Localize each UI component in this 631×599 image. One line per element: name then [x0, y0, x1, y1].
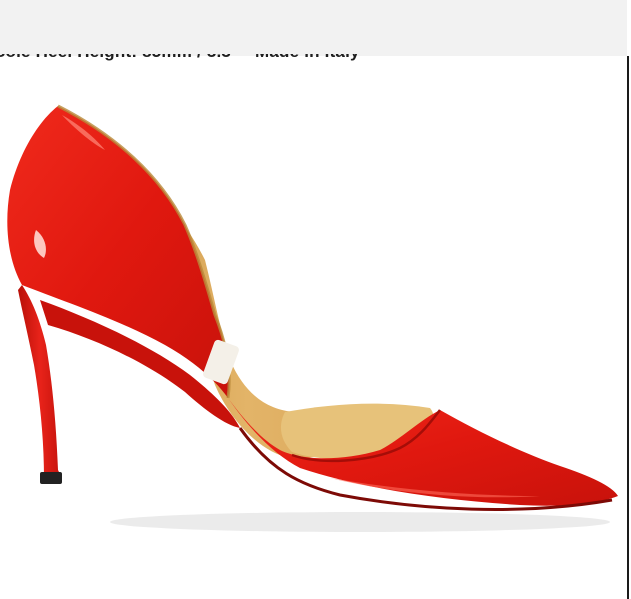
ground-shadow: [110, 512, 610, 532]
product-image-viewer: Sole Heel Height: 85mm / 3.3" · Made in …: [0, 0, 631, 599]
heel-tip: [40, 472, 62, 484]
product-photo: [0, 56, 627, 599]
image-border-top: [627, 0, 631, 56]
top-bar: [0, 0, 627, 56]
image-border: [627, 0, 629, 599]
red-patent-pump-icon: [7, 104, 618, 532]
